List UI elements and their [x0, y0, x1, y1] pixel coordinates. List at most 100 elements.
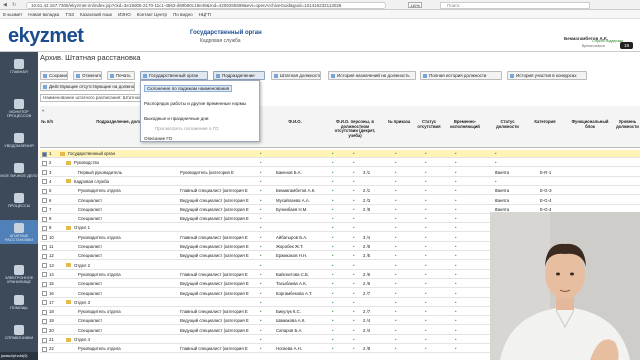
bookmark-item[interactable]: ТЭЗ	[65, 12, 74, 17]
status-dot: •	[332, 281, 334, 287]
column-header[interactable]: № п/п	[40, 119, 54, 125]
status-dot: •	[353, 253, 355, 259]
toolbar-button[interactable]: Печать	[107, 71, 135, 80]
row-status: Занята	[495, 197, 509, 203]
status-dot: •	[395, 271, 397, 277]
row-checkbox[interactable]	[42, 207, 47, 213]
row-checkbox[interactable]	[42, 346, 47, 352]
toolbar-button[interactable]: Полная история должности	[420, 71, 502, 80]
user-name[interactable]: Бекмагамбетов А.К.	[564, 36, 608, 41]
row-checkbox[interactable]	[42, 291, 47, 296]
row-checkbox[interactable]	[42, 337, 47, 343]
row-category: Ведущий специалист (категория Е	[180, 216, 249, 222]
status-dot: •	[455, 151, 457, 156]
dropdown-menu-item[interactable]: Описание ГО	[144, 136, 172, 141]
column-header[interactable]: Временно-исполняющий	[445, 119, 485, 129]
column-header[interactable]: Статус должности	[490, 119, 525, 129]
sidebar-item[interactable]: МОНИТОР ПРОЦЕССОВ	[0, 96, 38, 120]
row-category: Ведущий специалист (категория Е	[180, 197, 249, 203]
row-checkbox[interactable]	[42, 225, 47, 231]
sidebar-item[interactable]: ШТАТНЫЕ РАССТАНОВКИ	[0, 220, 38, 244]
sidebar-item[interactable]: ГЛАВНАЯ	[0, 56, 38, 80]
row-checkbox[interactable]	[42, 272, 47, 278]
pager-button[interactable]: «	[42, 108, 45, 113]
sidebar-item-label: ЭЛЕКТРОННОЕ ХРАНИЛИЩЕ	[4, 276, 34, 284]
column-header[interactable]: № приказа	[384, 119, 414, 125]
status-dot: •	[353, 169, 355, 175]
status-dot: •	[425, 262, 427, 268]
column-header[interactable]: Функциональный блок	[570, 119, 610, 129]
row-number: 13	[49, 262, 54, 268]
row-checkbox[interactable]	[42, 263, 47, 269]
column-header[interactable]: Категория	[530, 119, 560, 125]
status-dot: •	[395, 337, 397, 342]
row-checkbox[interactable]	[42, 300, 47, 306]
toolbar-button[interactable]: Сохранить	[40, 71, 68, 80]
sidebar-item[interactable]: ЭЛЕКТРОННОЕ ХРАНИЛИЩЕ	[0, 262, 38, 286]
column-header[interactable]: Ф.И.О.	[275, 119, 315, 125]
bookmark-item[interactable]: Казахский язык	[80, 12, 112, 17]
back-icon[interactable]: ◀	[3, 2, 7, 8]
page-title: Архив. Штатная расстановка	[40, 53, 141, 62]
bookmark-item[interactable]: ИЗНО	[118, 12, 131, 17]
toolbar-button[interactable]: Штатная должность	[271, 71, 321, 80]
row-checkbox[interactable]	[42, 253, 47, 259]
column-header[interactable]: Уровень должности	[615, 119, 640, 129]
dropdown-menu-item[interactable]: Склонение по падежам наименования	[144, 85, 233, 92]
toolbar-button[interactable]: Отменить	[73, 71, 102, 80]
toolbar-button[interactable]: Государственный орган	[140, 71, 208, 80]
row-checkbox[interactable]	[42, 198, 47, 203]
status-dot: •	[395, 160, 397, 166]
status-dot: •	[260, 299, 262, 305]
row-checkbox[interactable]	[42, 235, 47, 241]
toolbar-button[interactable]: Действующие отсутствующие на должности	[40, 82, 135, 91]
row-checkbox[interactable]	[42, 216, 47, 222]
row-checkbox[interactable]	[42, 318, 47, 324]
sidebar-item[interactable]: МОЕ ЛИЧНОЕ ДЕЛО	[0, 160, 38, 184]
status-dot: •	[332, 318, 334, 324]
row-checkbox[interactable]	[42, 188, 47, 194]
row-checkbox[interactable]	[42, 244, 47, 250]
reload-icon[interactable]: ↻	[12, 2, 16, 8]
bookmark-item[interactable]: По видео	[173, 12, 193, 17]
toolbar-button[interactable]: История участия в конкурсах	[507, 71, 587, 80]
row-number: 21	[49, 337, 54, 342]
sidebar-item[interactable]: ПОМОЩЬ	[0, 292, 38, 316]
row-checkbox[interactable]	[42, 328, 47, 334]
column-header[interactable]: Статус отсутствия	[414, 119, 444, 129]
logo: ekyzmet	[8, 25, 84, 48]
browser-search-input[interactable]: Поиск	[440, 1, 590, 9]
sidebar-item[interactable]: СПРАВОЧНИКИ	[0, 322, 38, 346]
table-row[interactable]: 6 Специалист Ведущий специалист (категория…	[40, 197, 640, 205]
sidebar-item[interactable]: УВЕДОМЛЕНИЯ	[0, 130, 38, 154]
address-bar[interactable]: 10.61.42.157:7305/ekyzmet-im/index.jsp?c…	[26, 1, 386, 9]
table-row[interactable]: 5 Руководитель отдела Главный специалист (…	[40, 187, 640, 196]
bookmark-item[interactable]: Контакт Центр	[137, 12, 167, 17]
row-number: 2	[49, 160, 52, 166]
status-dot: •	[425, 216, 427, 222]
table-row[interactable]: 1 Государственный орган • • • • • • •	[40, 150, 640, 158]
row-checkbox[interactable]	[42, 179, 47, 185]
row-checkbox[interactable]	[42, 151, 47, 157]
dropdown-menu-item[interactable]: Просмотреть положение о ГО	[155, 126, 219, 131]
row-checkbox[interactable]	[42, 309, 47, 315]
bookmark-item[interactable]: Е-кызмет	[3, 12, 22, 17]
row-checkbox[interactable]	[42, 170, 47, 176]
row-checkbox[interactable]	[42, 281, 47, 287]
dropdown-menu-item[interactable]: Выходные и праздничные дни	[144, 116, 208, 121]
sidebar-item[interactable]: ПРОЦЕССЫ	[0, 190, 38, 214]
bookmark-item[interactable]: НЦГП	[199, 12, 211, 17]
table-row[interactable]: 4 Кадровая служба • • • • • • •	[40, 178, 640, 186]
row-checkbox[interactable]	[42, 160, 47, 166]
column-header[interactable]: Ф.И.О. персоны, в должностном отсутствии…	[330, 119, 380, 138]
zoom-level[interactable]: 110%	[408, 2, 422, 8]
table-row[interactable]: 3 Первый руководитель Руководитель (катего…	[40, 169, 640, 177]
toolbar-button[interactable]: История назначений на должность	[328, 71, 416, 80]
toolbar-button[interactable]: Подразделение	[213, 71, 265, 80]
dropdown-menu-item[interactable]: Распорядок работы и другие временные нор…	[144, 101, 246, 106]
row-status: Занята	[495, 169, 509, 175]
bookmark-item[interactable]: Новая вкладка	[28, 12, 59, 17]
table-row[interactable]: 2 Руководство • • • • • • •	[40, 159, 640, 168]
row-unit-name: Отдел 2	[74, 262, 91, 268]
status-dot: •	[353, 178, 355, 184]
